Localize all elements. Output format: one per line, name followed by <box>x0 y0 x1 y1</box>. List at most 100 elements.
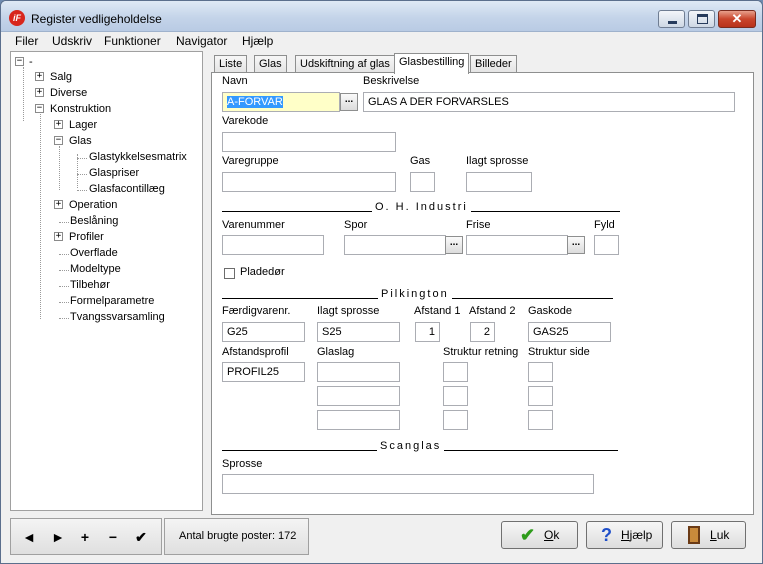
tab-glasbestilling[interactable]: Glasbestilling <box>394 53 470 74</box>
main-window: iF Register vedligeholdelse ✕ Filer Udsk… <box>0 0 763 564</box>
glaslag-field-1[interactable] <box>317 362 400 382</box>
spor-lookup-button[interactable]: ... <box>445 236 463 254</box>
glasbestilling-panel: Navn A-FORVAR ... Beskrivelse GLAS A DER… <box>211 72 754 515</box>
afstand1-label: Afstand 1 <box>414 305 461 317</box>
panel-splitter[interactable] <box>205 51 209 511</box>
afstand1-field[interactable]: 1 <box>415 322 440 342</box>
frise-label: Frise <box>466 219 491 231</box>
afstandsprofil-field[interactable]: PROFIL25 <box>222 362 305 382</box>
struktur-retning-field-1[interactable] <box>443 362 468 382</box>
question-icon: ? <box>601 525 612 545</box>
struktur-retning-field-2[interactable] <box>443 386 468 406</box>
tab-billeder[interactable]: Billeder <box>470 55 517 73</box>
gas-label: Gas <box>410 155 431 167</box>
menu-filer[interactable]: Filer <box>15 34 38 48</box>
bottom-bar: ◄ ► + − ✔ Antal brugte poster: 172 ✔ Ok … <box>1 515 762 563</box>
faerdigvarenr-label: Færdigvarenr. <box>222 305 291 317</box>
door-icon <box>688 526 700 544</box>
minimize-button[interactable] <box>658 10 685 28</box>
fyld-field[interactable] <box>594 235 619 255</box>
varenummer-field[interactable] <box>222 235 324 255</box>
struktur-side-field-2[interactable] <box>528 386 553 406</box>
struktur-side-label: Struktur side <box>528 346 590 358</box>
delete-record-button[interactable]: − <box>103 529 123 545</box>
collapse-icon[interactable]: − <box>15 57 24 66</box>
minimize-icon <box>668 21 677 24</box>
afstandsprofil-label: Afstandsprofil <box>222 346 289 358</box>
menu-hjaelp[interactable]: Hjælp <box>242 34 273 48</box>
menu-bar: Filer Udskriv Funktioner Navigator Hjælp <box>1 32 762 50</box>
record-navigator: ◄ ► + − ✔ <box>10 518 162 555</box>
expand-icon[interactable]: + <box>54 232 63 241</box>
menu-udskriv[interactable]: Udskriv <box>52 34 92 48</box>
beskrivelse-field[interactable]: GLAS A DER FORVARSLES <box>363 92 735 112</box>
app-logo-icon: iF <box>9 10 25 26</box>
tree-item-overflade[interactable]: Overflade <box>70 246 118 260</box>
ok-button[interactable]: ✔ Ok <box>501 521 578 549</box>
varekode-field[interactable] <box>222 132 396 152</box>
frise-field[interactable] <box>466 235 568 255</box>
pladedor-checkbox[interactable] <box>224 268 235 279</box>
expand-icon[interactable]: + <box>35 88 44 97</box>
gaskode-field[interactable]: GAS25 <box>528 322 611 342</box>
navn-field[interactable]: A-FORVAR <box>222 92 340 112</box>
glaslag-field-2[interactable] <box>317 386 400 406</box>
pk-ilagt-sprosse-field[interactable]: S25 <box>317 322 400 342</box>
next-record-button[interactable]: ► <box>48 529 68 545</box>
struktur-side-field-1[interactable] <box>528 362 553 382</box>
previous-record-button[interactable]: ◄ <box>19 529 39 545</box>
struktur-retning-label: Struktur retning <box>443 346 519 358</box>
expand-icon[interactable]: + <box>35 72 44 81</box>
navigator-tree[interactable]: − - + Salg + Diverse − Konstruktion + La… <box>10 51 203 511</box>
afstand2-label: Afstand 2 <box>469 305 516 317</box>
tab-liste[interactable]: Liste <box>214 55 248 73</box>
ilagt-sprosse-field[interactable] <box>466 172 532 192</box>
window-title: Register vedligeholdelse <box>31 12 162 26</box>
spor-label: Spor <box>344 219 368 231</box>
close-window-button[interactable]: ✕ <box>718 10 756 28</box>
ilagt-sprosse-label: Ilagt sprosse <box>466 155 529 167</box>
pk-ilagt-sprosse-label: Ilagt sprosse <box>317 305 380 317</box>
close-button[interactable]: Luk <box>671 521 746 549</box>
tree-item-tilbehoer[interactable]: Tilbehør <box>70 278 110 292</box>
tree-item-modeltype[interactable]: Modeltype <box>70 262 121 276</box>
tab-glas[interactable]: Glas <box>254 55 287 73</box>
add-record-button[interactable]: + <box>75 529 95 545</box>
tree-item-glaspriser[interactable]: Glaspriser <box>89 166 139 180</box>
tree-item-glastykkelsesmatrix[interactable]: Glastykkelsesmatrix <box>89 150 187 164</box>
pladedor-label: Pladedør <box>240 266 285 278</box>
varegruppe-field[interactable] <box>222 172 396 192</box>
frise-lookup-button[interactable]: ... <box>567 236 585 254</box>
tree-item-tvangssvarsamling[interactable]: Tvangssvarsamling <box>70 310 165 324</box>
collapse-icon[interactable]: − <box>35 104 44 113</box>
tree-item-beslaaning[interactable]: Beslåning <box>70 214 118 228</box>
maximize-button[interactable] <box>688 10 715 28</box>
tab-udskiftning-af-glas[interactable]: Udskiftning af glas <box>295 55 395 73</box>
help-button[interactable]: ? Hjælp <box>586 521 663 549</box>
gas-field[interactable] <box>410 172 435 192</box>
faerdigvarenr-field[interactable]: G25 <box>222 322 305 342</box>
collapse-icon[interactable]: − <box>54 136 63 145</box>
menu-funktioner[interactable]: Funktioner <box>104 34 161 48</box>
varenummer-label: Varenummer <box>222 219 285 231</box>
spor-field[interactable] <box>344 235 446 255</box>
navn-label: Navn <box>222 75 248 87</box>
afstand2-field[interactable]: 2 <box>470 322 495 342</box>
glaslag-field-3[interactable] <box>317 410 400 430</box>
confirm-record-button[interactable]: ✔ <box>131 529 151 545</box>
varegruppe-label: Varegruppe <box>222 155 279 167</box>
tree-item-formelparametre[interactable]: Formelparametre <box>70 294 154 308</box>
expand-icon[interactable]: + <box>54 200 63 209</box>
fyld-label: Fyld <box>594 219 615 231</box>
beskrivelse-label: Beskrivelse <box>363 75 420 87</box>
struktur-retning-field-3[interactable] <box>443 410 468 430</box>
navn-lookup-button[interactable]: ... <box>340 93 358 111</box>
tree-item-glasfacontillaeg[interactable]: Glasfacontillæg <box>89 182 165 196</box>
menu-navigator[interactable]: Navigator <box>176 34 227 48</box>
struktur-side-field-3[interactable] <box>528 410 553 430</box>
status-record-count: Antal brugte poster: 172 <box>164 518 309 555</box>
scanglas-section-title: Scanglas <box>377 440 445 452</box>
sprosse-field[interactable] <box>222 474 594 494</box>
title-bar[interactable]: iF Register vedligeholdelse ✕ <box>1 1 762 32</box>
expand-icon[interactable]: + <box>54 120 63 129</box>
